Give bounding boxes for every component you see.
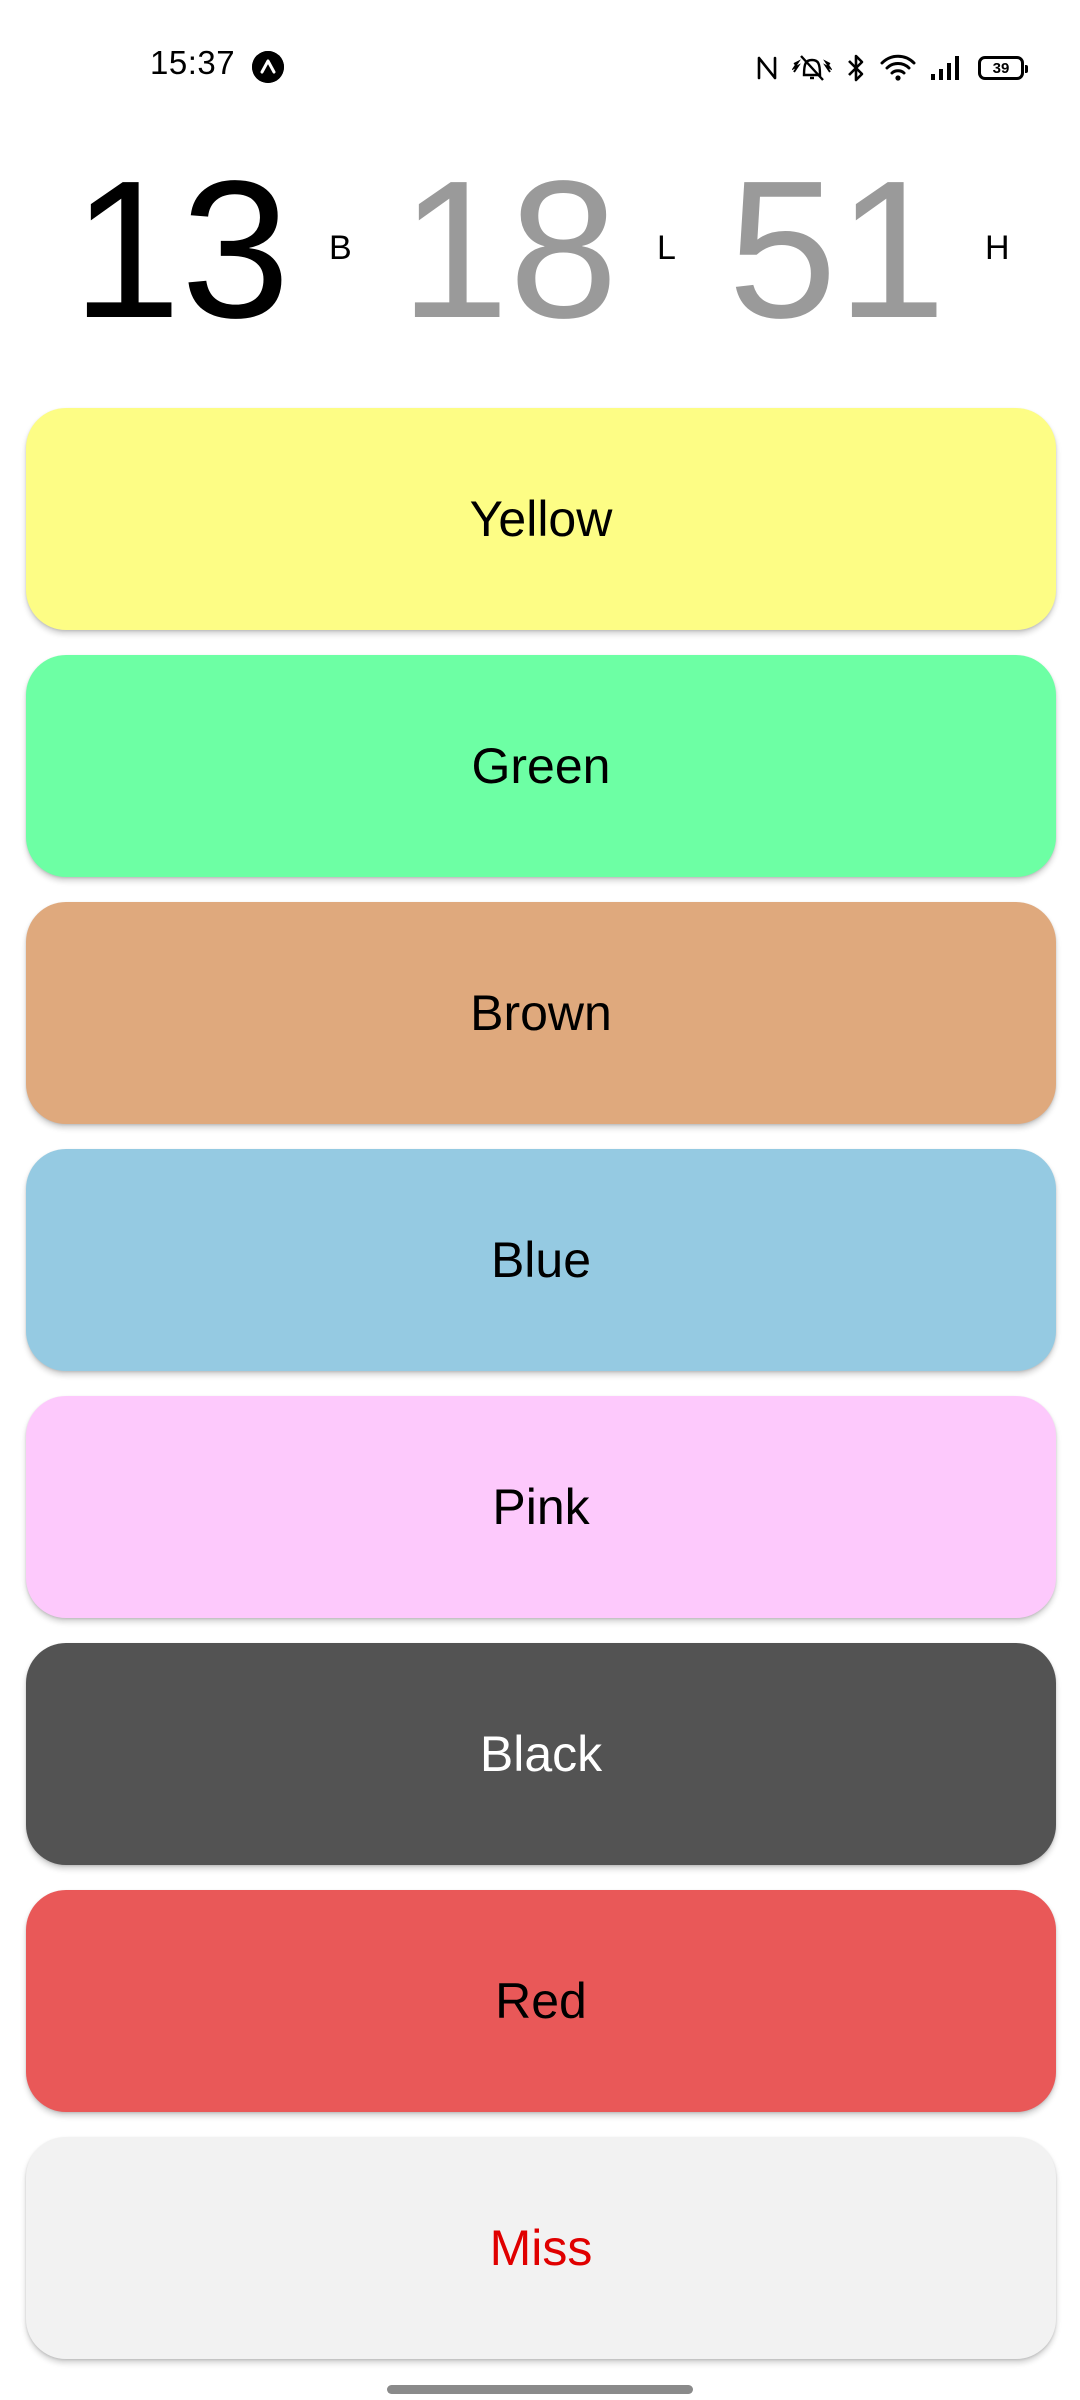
app-logo-icon — [252, 51, 284, 83]
signal-icon — [930, 52, 964, 84]
wifi-icon — [880, 52, 916, 84]
home-indicator[interactable] — [387, 2385, 693, 2394]
counters: 13 B 18 L 51 H — [0, 150, 1080, 350]
counter-b-label: B — [329, 229, 352, 267]
black-button[interactable]: Black — [26, 1643, 1056, 1865]
counter-b-value: 13 — [72, 140, 291, 359]
green-button[interactable]: Green — [26, 655, 1056, 877]
nfc-icon — [756, 52, 778, 84]
brown-button[interactable]: Brown — [26, 902, 1056, 1124]
pink-button[interactable]: Pink — [26, 1396, 1056, 1618]
status-time: 15:37 — [150, 44, 236, 81]
battery-icon: 39 — [978, 52, 1028, 84]
blue-button[interactable]: Blue — [26, 1149, 1056, 1371]
counter-h-value: 51 — [728, 140, 947, 359]
yellow-button[interactable]: Yellow — [26, 408, 1056, 630]
bluetooth-icon — [846, 52, 866, 84]
vibrate-icon — [792, 52, 832, 84]
miss-button[interactable]: Miss — [26, 2137, 1056, 2359]
counter-l-value: 18 — [400, 140, 619, 359]
counter-l-label: L — [657, 229, 676, 267]
status-icons: 39 — [756, 52, 1028, 84]
counter-h-label: H — [985, 229, 1010, 267]
status-bar: 15:37 39 — [0, 0, 1080, 135]
red-button[interactable]: Red — [26, 1890, 1056, 2112]
battery-level: 39 — [992, 59, 1010, 77]
